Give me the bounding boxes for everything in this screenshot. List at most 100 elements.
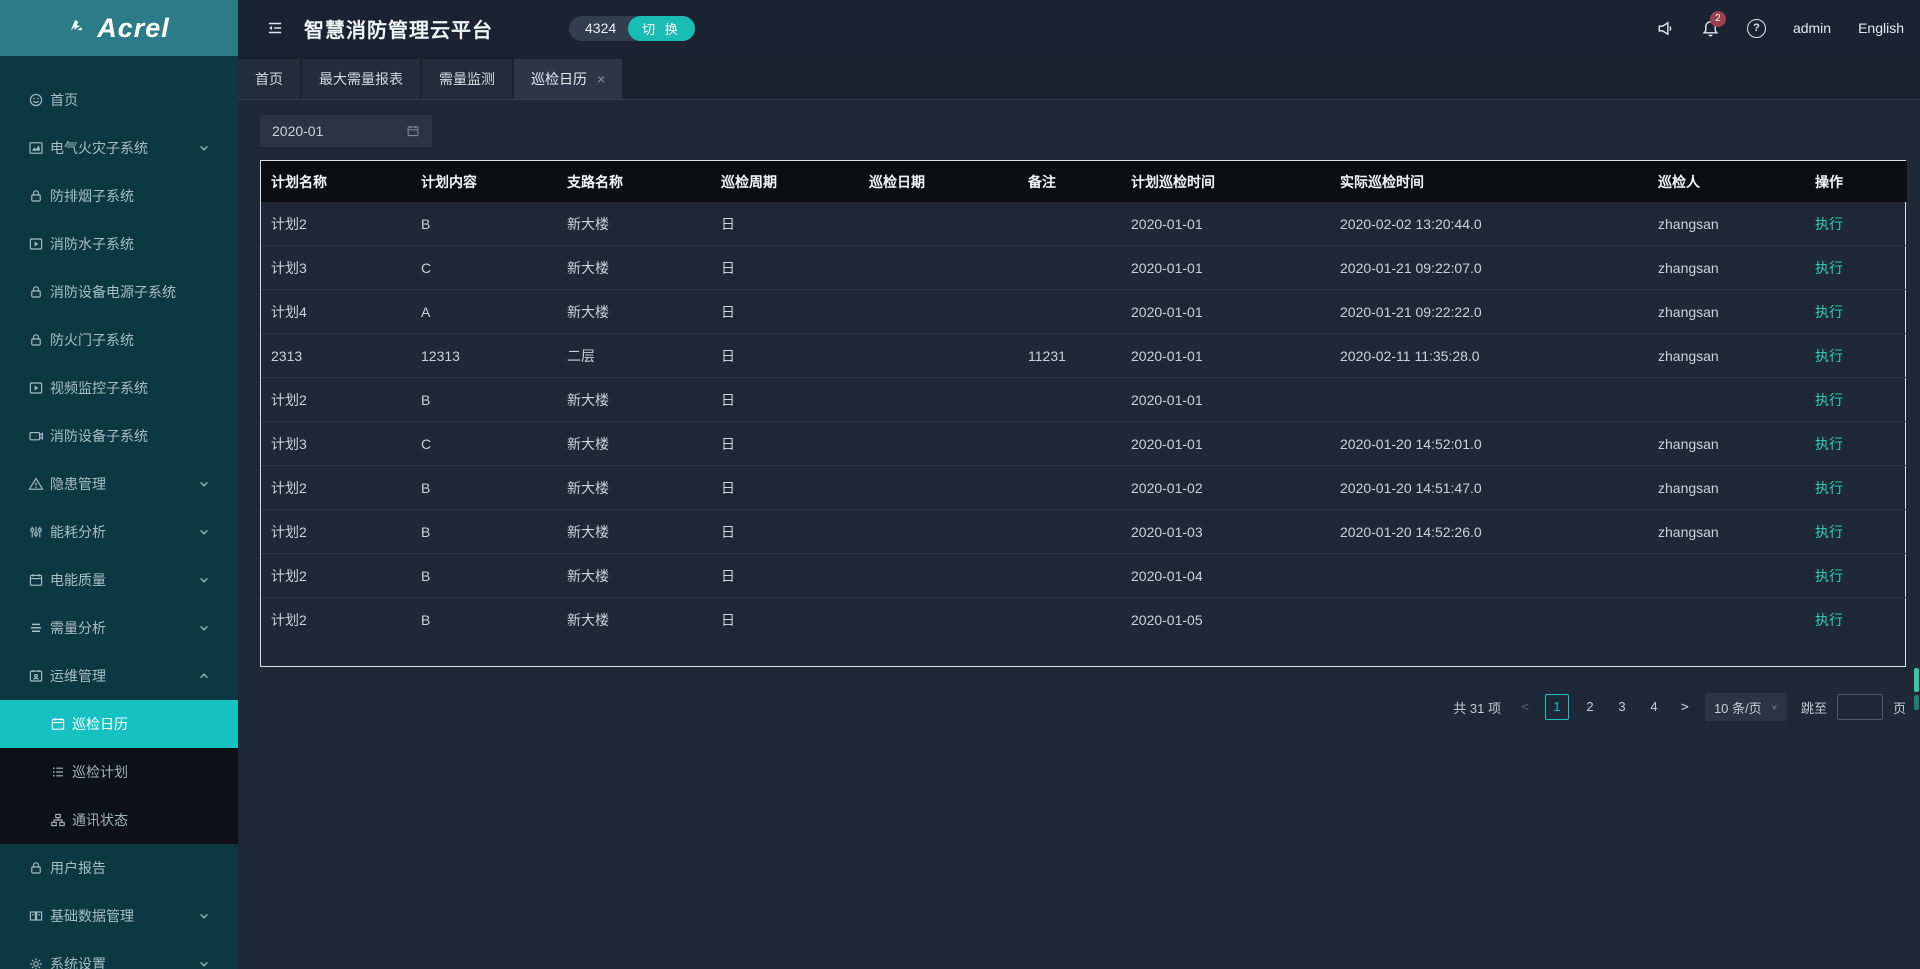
- execute-link[interactable]: 执行: [1815, 392, 1843, 408]
- table-cell: 12313: [411, 334, 557, 378]
- language-switcher[interactable]: English: [1858, 20, 1904, 36]
- lock-icon: [28, 188, 44, 204]
- menu-fold-icon[interactable]: [266, 19, 284, 37]
- calendar-icon: [50, 716, 66, 732]
- sidebar-item-power-quality[interactable]: 电能质量: [0, 556, 238, 604]
- sidebar-item-ops-mgmt[interactable]: 运维管理: [0, 652, 238, 700]
- column-header-1: 计划内容: [411, 161, 557, 202]
- sidebar-item-fire-door[interactable]: 防火门子系统: [0, 316, 238, 364]
- execute-link[interactable]: 执行: [1815, 304, 1843, 320]
- table-cell: [859, 466, 1018, 510]
- sidebar-item-fire-equipment[interactable]: 消防设备子系统: [0, 412, 238, 460]
- table-cell: C: [411, 246, 557, 290]
- submenu-item-patrol-calendar[interactable]: 巡检日历: [0, 700, 238, 748]
- table-cell: [859, 246, 1018, 290]
- table-cell: 2020-01-01: [1121, 202, 1330, 246]
- table-cell: 日: [711, 598, 859, 642]
- tab-max-demand-report[interactable]: 最大需量报表: [302, 59, 420, 99]
- table-cell-action: 执行: [1805, 334, 1907, 378]
- table-cell: B: [411, 554, 557, 598]
- submenu-item-patrol-plan[interactable]: 巡检计划: [0, 748, 238, 796]
- submenu-item-comm-status[interactable]: 通讯状态: [0, 796, 238, 844]
- lock-icon: [28, 284, 44, 300]
- sidebar-item-fire-water[interactable]: 消防水子系统: [0, 220, 238, 268]
- gear-icon: [28, 956, 44, 969]
- tab-label: 最大需量报表: [319, 69, 403, 89]
- announcement-icon[interactable]: [1655, 19, 1674, 38]
- table-cell-action: 执行: [1805, 202, 1907, 246]
- table-cell: [859, 378, 1018, 422]
- prev-page-button[interactable]: <: [1519, 700, 1531, 715]
- close-icon[interactable]: ×: [597, 72, 605, 86]
- chevron-down-icon: [198, 574, 210, 586]
- sidebar-item-label: 巡检日历: [72, 714, 128, 734]
- switch-station-button[interactable]: 切 换: [628, 16, 695, 41]
- sidebar-item-user-report[interactable]: 用户报告: [0, 844, 238, 892]
- page-button-4[interactable]: 4: [1643, 694, 1665, 720]
- tab-patrol-calendar[interactable]: 巡检日历×: [514, 59, 622, 99]
- tab-home[interactable]: 首页: [238, 59, 300, 99]
- sidebar-item-system-settings[interactable]: 系统设置: [0, 940, 238, 969]
- execute-link[interactable]: 执行: [1815, 260, 1843, 276]
- table-cell: 日: [711, 422, 859, 466]
- patrol-table: 计划名称计划内容支路名称巡检周期巡检日期备注计划巡检时间实际巡检时间巡检人操作 …: [261, 161, 1907, 641]
- page-button-2[interactable]: 2: [1579, 694, 1601, 720]
- sidebar-item-smoke-control[interactable]: 防排烟子系统: [0, 172, 238, 220]
- page-button-3[interactable]: 3: [1611, 694, 1633, 720]
- execute-link[interactable]: 执行: [1815, 216, 1843, 232]
- scrollbar-thumb[interactable]: [1914, 668, 1919, 692]
- table-cell: 2020-01-21 09:22:22.0: [1330, 290, 1648, 334]
- page-button-1[interactable]: 1: [1545, 694, 1569, 720]
- scrollbar-thumb[interactable]: [1914, 695, 1919, 710]
- sidebar-item-base-data[interactable]: 基础数据管理: [0, 892, 238, 940]
- month-picker[interactable]: 2020-01: [260, 115, 432, 147]
- sidebar-item-label: 需量分析: [50, 618, 106, 638]
- table-cell: B: [411, 510, 557, 554]
- table-cell: 计划2: [261, 510, 411, 554]
- table-cell: [1018, 378, 1121, 422]
- app: Acrel 智慧消防管理云平台 4324 切 换: [0, 0, 1920, 969]
- execute-link[interactable]: 执行: [1815, 524, 1843, 540]
- table-cell: zhangsan: [1648, 202, 1805, 246]
- table-cell: 2020-01-03: [1121, 510, 1330, 554]
- execute-link[interactable]: 执行: [1815, 612, 1843, 628]
- sidebar-item-hazard-mgmt[interactable]: 隐患管理: [0, 460, 238, 508]
- page-title: 智慧消防管理云平台: [304, 14, 493, 43]
- rows-icon: [28, 620, 44, 636]
- next-page-button[interactable]: >: [1679, 700, 1691, 715]
- jump-suffix: 页: [1893, 698, 1906, 717]
- chevron-down-icon: [198, 958, 210, 969]
- sidebar-item-electrical-fire[interactable]: 电气火灾子系统: [0, 124, 238, 172]
- execute-link[interactable]: 执行: [1815, 348, 1843, 364]
- table-cell-action: 执行: [1805, 378, 1907, 422]
- page-size-select[interactable]: 10 条/页 ∨: [1705, 693, 1787, 721]
- sidebar-item-energy-analysis[interactable]: 能耗分析: [0, 508, 238, 556]
- execute-link[interactable]: 执行: [1815, 568, 1843, 584]
- execute-link[interactable]: 执行: [1815, 436, 1843, 452]
- logo[interactable]: Acrel: [0, 0, 238, 56]
- sidebar-item-home[interactable]: 首页: [0, 76, 238, 124]
- sidebar-menu: 首页电气火灾子系统防排烟子系统消防水子系统消防设备电源子系统防火门子系统视频监控…: [0, 76, 238, 969]
- notifications-button[interactable]: 2: [1701, 19, 1720, 38]
- jump-label: 跳至: [1801, 698, 1827, 717]
- column-header-7: 实际巡检时间: [1330, 161, 1648, 202]
- sidebar-item-video-monitor[interactable]: 视频监控子系统: [0, 364, 238, 412]
- execute-link[interactable]: 执行: [1815, 480, 1843, 496]
- help-icon[interactable]: ?: [1747, 19, 1766, 38]
- table-cell: 2020-01-20 14:52:01.0: [1330, 422, 1648, 466]
- table-cell: C: [411, 422, 557, 466]
- user-menu[interactable]: admin: [1793, 20, 1831, 36]
- sidebar-item-label: 系统设置: [50, 954, 106, 969]
- jump-page-input[interactable]: [1837, 694, 1883, 720]
- pagination: 共 31 项 < 1234 > 10 条/页 ∨ 跳至 页: [260, 693, 1906, 721]
- table-cell: 新大楼: [557, 598, 711, 642]
- tab-bar: 首页最大需量报表需量监测巡检日历×: [238, 56, 1920, 100]
- table-cell: 2020-01-20 14:52:26.0: [1330, 510, 1648, 554]
- tab-demand-monitor[interactable]: 需量监测: [422, 59, 512, 99]
- sidebar-item-demand-analysis[interactable]: 需量分析: [0, 604, 238, 652]
- lock-icon: [28, 332, 44, 348]
- sidebar-item-fire-power[interactable]: 消防设备电源子系统: [0, 268, 238, 316]
- table-cell: 日: [711, 202, 859, 246]
- table-cell: 新大楼: [557, 554, 711, 598]
- table-cell: 11231: [1018, 334, 1121, 378]
